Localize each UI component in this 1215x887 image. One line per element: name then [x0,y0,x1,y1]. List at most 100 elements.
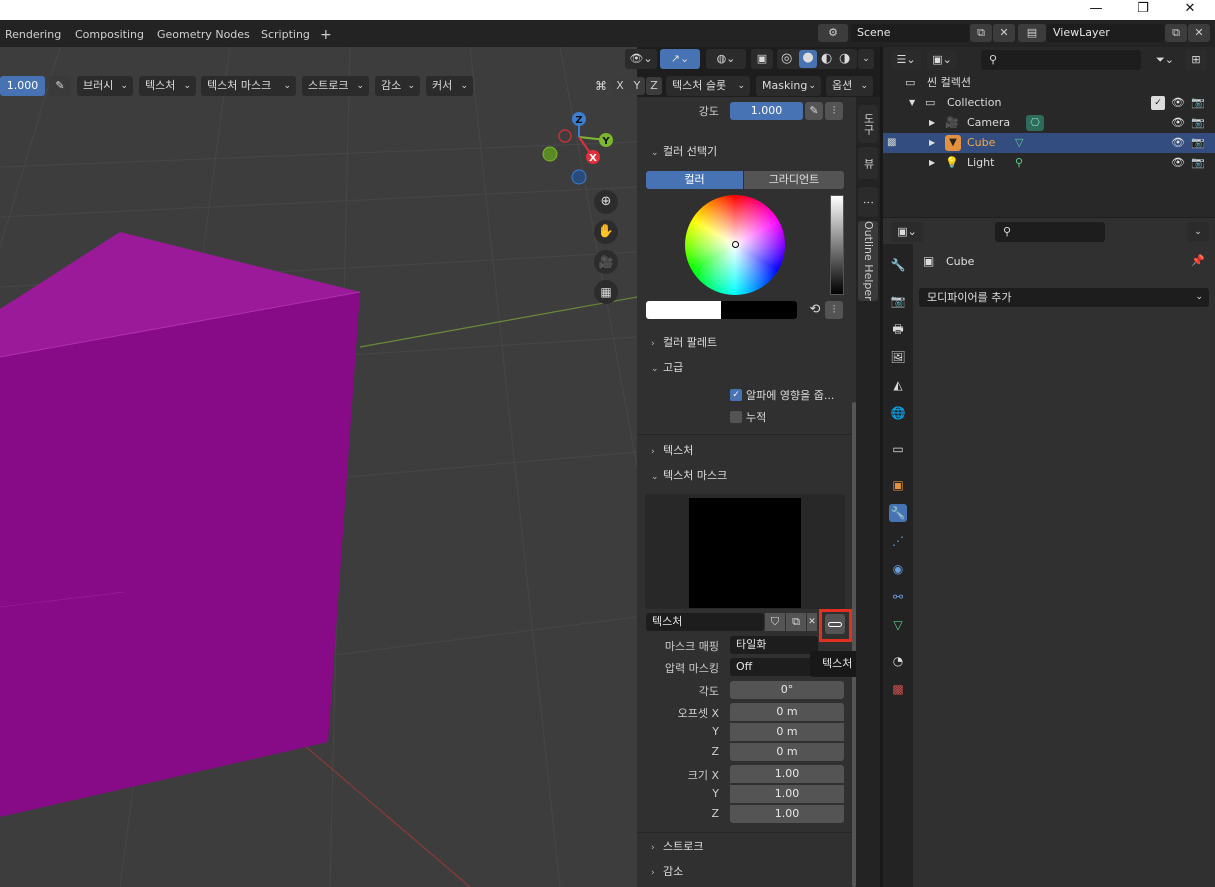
shading-modes[interactable]: ◎ ● ◐ ◑ [777,49,857,69]
texture-header[interactable]: › 텍스처 [651,442,693,458]
brush-menu[interactable]: 브러시 ⌄ [77,76,133,96]
scene-name-field[interactable]: Scene [851,24,969,42]
expand-arrow-icon[interactable]: ▶ [929,153,935,173]
masking-menu[interactable]: Masking ⌄ [756,76,821,96]
exclude-checkbox[interactable]: ✓ [1151,96,1165,110]
filter-icon[interactable]: ⏷⌄ [1150,50,1180,70]
light-data-icon[interactable]: ⚲ [1015,153,1023,173]
falloff-menu[interactable]: 감소 ⌄ [375,76,420,96]
camera-view-icon[interactable]: 🎥 [594,250,618,274]
physics-properties-icon[interactable]: ◉ [889,560,907,578]
strength-value-field[interactable]: 1.000 [730,102,803,120]
angle-field[interactable]: 0° [730,681,844,699]
delete-view-layer-icon[interactable]: ✕ [1188,24,1210,42]
duplicate-texture-icon[interactable]: ⧉ [786,613,806,631]
strength-field[interactable]: 1.000 [0,76,45,96]
eye-icon[interactable]: 👁 [1171,96,1185,110]
unified-color-icon[interactable]: ⫶ [825,301,843,319]
mirror-y-button[interactable]: Y [629,77,645,95]
object-properties-icon[interactable]: ▣ [889,476,907,494]
value-slider[interactable] [830,195,844,295]
tab-rendering[interactable]: Rendering [5,20,61,47]
minimize-button[interactable]: — [1073,0,1119,20]
3d-viewport[interactable]: Z Y X ⊕ ✋ 🎥 ▦ [0,47,637,887]
visibility-icon[interactable]: 👁⌄ [625,49,657,69]
material-properties-icon[interactable]: ◔ [889,652,907,670]
secondary-color-swatch[interactable] [721,301,797,319]
tool-properties-icon[interactable]: 🔧 [889,256,907,274]
pressure-toggle-icon[interactable]: ✎ [805,102,823,120]
texture-slot-menu[interactable]: 텍스처 슬롯 ⌄ [666,76,750,96]
texture-mask-menu[interactable]: 텍스처 마스크 ⌄ [201,76,296,96]
sidebar-tab-tool[interactable]: 도구 [858,105,878,143]
mirror-x-button[interactable]: X [612,77,628,95]
falloff-header[interactable]: › 감소 [651,863,683,879]
texture-name-field[interactable]: 텍스처 [646,613,764,631]
outliner-item-cube[interactable]: ▩ ▶ ▼ Cube ▽ 👁 📷 [883,133,1215,153]
camera-render-icon[interactable]: 📷 [1191,96,1205,110]
scene-icon[interactable]: ⚙ [818,24,848,42]
add-workspace-button[interactable]: + [320,20,332,47]
size-z-field[interactable]: 1.00 [730,805,844,823]
add-modifier-dropdown[interactable]: 모디파이어를 추가 ⌄ [919,288,1209,307]
scene-collection-row[interactable]: ▭ 씬 컬렉션 [883,73,1215,93]
solid-shading-icon[interactable]: ● [799,50,817,68]
new-scene-icon[interactable]: ⧉ [970,24,992,42]
tab-scripting[interactable]: Scripting [261,20,310,47]
shading-options-chevron[interactable]: ⌄ [858,49,874,69]
filter-view-icon[interactable]: ▣⌄ [927,50,957,70]
unified-strength-icon[interactable]: ⫶ [825,102,843,120]
new-collection-icon[interactable]: ⊞ [1185,50,1207,70]
expand-arrow-icon[interactable]: ▶ [929,113,935,133]
paint-mode-icon[interactable]: ▩ [887,133,896,153]
eye-icon[interactable]: 👁 [1171,116,1185,130]
search-icon[interactable]: ⚲ [981,50,1141,70]
camera-data-icon[interactable]: ⎔ [1026,115,1044,131]
view-layer-properties-icon[interactable]: 🖼 [889,348,907,366]
eye-icon[interactable]: 👁 [1171,136,1185,150]
close-button[interactable]: ✕ [1167,0,1213,20]
pin-icon[interactable]: 📌 [1191,254,1205,267]
overlay-toggle-icon[interactable]: ◍⌄ [706,49,746,69]
texture-properties-icon[interactable]: ▩ [889,680,907,698]
camera-render-icon[interactable]: 📷 [1191,136,1205,150]
sidebar-tab-extra[interactable]: ⋮ [858,187,878,217]
size-y-field[interactable]: 1.00 [730,785,844,803]
swap-colors-icon[interactable]: ⟲ [806,301,824,319]
pan-hand-icon[interactable]: ✋ [594,220,618,244]
maximize-button[interactable]: ❐ [1120,0,1166,20]
collection-row[interactable]: ▼ ▭ Collection ✓ 👁 📷 [883,93,1215,113]
texture-mask-header[interactable]: ⌄ 텍스처 마스크 [651,467,727,483]
color-tab[interactable]: 컬러 [646,171,743,189]
expand-arrow-icon[interactable]: ▼ [909,93,915,113]
options-menu[interactable]: 옵션 ⌄ [826,76,873,96]
grid-ortho-icon[interactable]: ▦ [594,280,618,304]
camera-render-icon[interactable]: 📷 [1191,156,1205,170]
outliner-item-camera[interactable]: ▶ 🎥 Camera ⎔ 👁 📷 [883,113,1215,133]
accumulate-checkbox[interactable] [730,411,742,423]
stroke-header[interactable]: › 스트로크 [651,838,703,854]
advanced-header[interactable]: ⌄ 고급 [651,359,683,375]
expand-arrow-icon[interactable]: ▶ [929,133,935,153]
cursor-menu[interactable]: 커서 ⌄ [426,76,473,96]
texture-menu[interactable]: 텍스처 ⌄ [139,76,196,96]
zoom-icon[interactable]: ⊕ [594,190,618,214]
primary-color-swatch[interactable] [646,301,721,319]
size-x-field[interactable]: 1.00 [730,765,844,783]
material-shading-icon[interactable]: ◐ [821,51,832,66]
mask-mapping-dropdown[interactable]: 타일화 [730,636,818,654]
stroke-menu[interactable]: 스트로크 ⌄ [302,76,369,96]
new-view-layer-icon[interactable]: ⧉ [1165,24,1187,42]
affect-alpha-checkbox[interactable]: ✓ [730,389,742,401]
offset-x-field[interactable]: 0 m [730,703,844,721]
tab-compositing[interactable]: Compositing [75,20,144,47]
gradient-tab[interactable]: 그라디언트 [744,171,844,189]
fake-user-shield-icon[interactable]: ⛉ [765,613,785,631]
view-layer-field[interactable]: ViewLayer [1047,24,1164,42]
pressure-icon[interactable]: ✎ [49,76,71,96]
color-palette-header[interactable]: › 컬러 팔레트 [651,334,717,350]
display-mode-icon[interactable]: ☰⌄ [891,50,921,70]
sidebar-tab-view[interactable]: 뷰 [858,147,878,179]
editor-type-icon[interactable]: ▣⌄ [891,222,923,242]
render-properties-icon[interactable]: 📷 [889,292,907,310]
